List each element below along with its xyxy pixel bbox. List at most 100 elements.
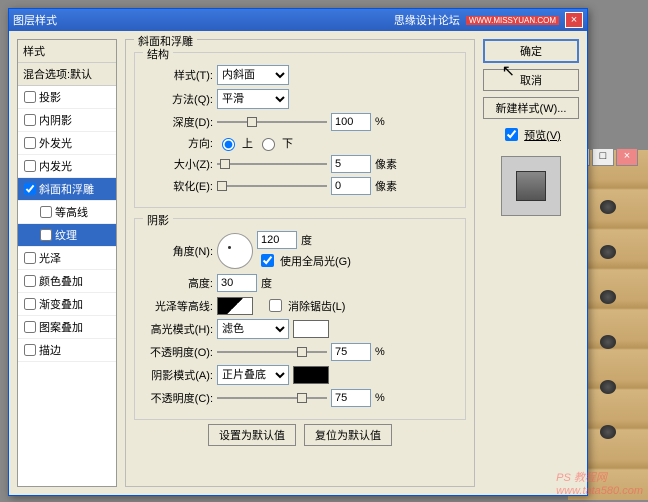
shadow-color-swatch[interactable] bbox=[293, 366, 329, 384]
shadow-opacity-input[interactable] bbox=[331, 389, 371, 407]
dialog-title: 图层样式 bbox=[13, 12, 57, 28]
style-item-光泽[interactable]: 光泽 bbox=[18, 247, 116, 270]
style-checkbox[interactable] bbox=[40, 229, 52, 241]
style-item-label: 纹理 bbox=[55, 227, 77, 243]
gloss-label: 光泽等高线: bbox=[143, 298, 213, 314]
angle-input[interactable] bbox=[257, 231, 297, 249]
depth-label: 深度(D): bbox=[143, 114, 213, 130]
depth-slider[interactable] bbox=[217, 115, 327, 129]
soften-label: 软化(E): bbox=[143, 178, 213, 194]
down-label: 下 bbox=[282, 135, 293, 151]
preview-label: 预览(V) bbox=[524, 127, 561, 143]
soften-input[interactable] bbox=[331, 177, 371, 195]
ok-button[interactable]: 确定 bbox=[483, 39, 579, 63]
center-panel: 斜面和浮雕 结构 样式(T): 内斜面 方法(Q): 平滑 深度(D): bbox=[125, 39, 475, 487]
style-item-图案叠加[interactable]: 图案叠加 bbox=[18, 316, 116, 339]
close-icon[interactable]: × bbox=[565, 12, 583, 28]
style-checkbox[interactable] bbox=[24, 137, 36, 149]
style-item-纹理[interactable]: 纹理 bbox=[18, 224, 116, 247]
size-slider[interactable] bbox=[217, 157, 327, 171]
style-item-内阴影[interactable]: 内阴影 bbox=[18, 109, 116, 132]
shadow-opacity-unit: % bbox=[375, 392, 385, 404]
style-item-外发光[interactable]: 外发光 bbox=[18, 132, 116, 155]
style-item-label: 颜色叠加 bbox=[39, 273, 83, 289]
shading-group: 阴影 角度(N): 度 使用全局光(G) 高度: bbox=[134, 218, 466, 420]
style-item-内发光[interactable]: 内发光 bbox=[18, 155, 116, 178]
shadow-mode-label: 阴影模式(A): bbox=[143, 367, 213, 383]
angle-unit: 度 bbox=[301, 232, 312, 248]
style-checkbox[interactable] bbox=[24, 252, 36, 264]
structure-group: 结构 样式(T): 内斜面 方法(Q): 平滑 深度(D): % bbox=[134, 52, 466, 208]
style-item-label: 内发光 bbox=[39, 158, 72, 174]
up-label: 上 bbox=[242, 135, 253, 151]
style-checkbox[interactable] bbox=[24, 114, 36, 126]
style-item-斜面和浮雕[interactable]: 斜面和浮雕 bbox=[18, 178, 116, 201]
style-item-描边[interactable]: 描边 bbox=[18, 339, 116, 362]
style-item-label: 斜面和浮雕 bbox=[39, 181, 94, 197]
shadow-mode-select[interactable]: 正片叠底 bbox=[217, 365, 289, 385]
method-label: 方法(Q): bbox=[143, 91, 213, 107]
shadow-opacity-label: 不透明度(C): bbox=[143, 390, 213, 406]
set-default-button[interactable]: 设置为默认值 bbox=[208, 424, 296, 446]
technique-select[interactable]: 平滑 bbox=[217, 89, 289, 109]
preview-checkbox[interactable] bbox=[505, 128, 518, 141]
style-checkbox[interactable] bbox=[40, 206, 52, 218]
style-item-label: 投影 bbox=[39, 89, 61, 105]
highlight-opacity-slider[interactable] bbox=[217, 345, 327, 359]
highlight-color-swatch[interactable] bbox=[293, 320, 329, 338]
style-item-label: 光泽 bbox=[39, 250, 61, 266]
close-button[interactable]: × bbox=[616, 148, 638, 166]
depth-unit: % bbox=[375, 116, 385, 128]
antialias-label: 消除锯齿(L) bbox=[288, 298, 345, 314]
antialias-checkbox[interactable] bbox=[269, 299, 282, 312]
direction-down-radio[interactable] bbox=[262, 138, 275, 151]
bevel-group: 斜面和浮雕 结构 样式(T): 内斜面 方法(Q): 平滑 深度(D): bbox=[125, 39, 475, 487]
highlight-mode-select[interactable]: 滤色 bbox=[217, 319, 289, 339]
altitude-label: 高度: bbox=[143, 275, 213, 291]
style-item-颜色叠加[interactable]: 颜色叠加 bbox=[18, 270, 116, 293]
style-checkbox[interactable] bbox=[24, 344, 36, 356]
styles-header[interactable]: 样式 bbox=[18, 40, 116, 63]
right-panel: 确定 取消 新建样式(W)... 预览(V) bbox=[483, 39, 579, 487]
angle-dial[interactable] bbox=[217, 233, 253, 269]
style-select[interactable]: 内斜面 bbox=[217, 65, 289, 85]
global-light-checkbox[interactable] bbox=[261, 254, 274, 267]
style-item-label: 等高线 bbox=[55, 204, 88, 220]
style-item-label: 渐变叠加 bbox=[39, 296, 83, 312]
blend-options-header[interactable]: 混合选项:默认 bbox=[18, 63, 116, 86]
layer-style-dialog: 图层样式 思缘设计论坛 WWW.MISSYUAN.COM × 样式 混合选项:默… bbox=[8, 8, 588, 496]
style-item-等高线[interactable]: 等高线 bbox=[18, 201, 116, 224]
gloss-contour-picker[interactable] bbox=[217, 297, 253, 315]
shading-legend: 阴影 bbox=[143, 212, 173, 228]
style-item-渐变叠加[interactable]: 渐变叠加 bbox=[18, 293, 116, 316]
altitude-input[interactable] bbox=[217, 274, 257, 292]
size-input[interactable] bbox=[331, 155, 371, 173]
angle-label: 角度(N): bbox=[143, 243, 213, 259]
direction-up-radio[interactable] bbox=[222, 138, 235, 151]
global-light-label: 使用全局光(G) bbox=[280, 253, 351, 269]
brand-text: 思缘设计论坛 bbox=[394, 12, 460, 28]
highlight-opacity-input[interactable] bbox=[331, 343, 371, 361]
style-checkbox[interactable] bbox=[24, 275, 36, 287]
preview-swatch bbox=[501, 156, 561, 216]
cancel-button[interactable]: 取消 bbox=[483, 69, 579, 91]
style-checkbox[interactable] bbox=[24, 298, 36, 310]
altitude-unit: 度 bbox=[261, 275, 272, 291]
style-checkbox[interactable] bbox=[24, 91, 36, 103]
style-item-label: 描边 bbox=[39, 342, 61, 358]
style-checkbox[interactable] bbox=[24, 321, 36, 333]
soften-unit: 像素 bbox=[375, 178, 397, 194]
style-item-label: 内阴影 bbox=[39, 112, 72, 128]
style-item-投影[interactable]: 投影 bbox=[18, 86, 116, 109]
titlebar[interactable]: 图层样式 思缘设计论坛 WWW.MISSYUAN.COM × bbox=[9, 9, 587, 31]
shadow-opacity-slider[interactable] bbox=[217, 391, 327, 405]
style-list: 样式 混合选项:默认 投影内阴影外发光内发光斜面和浮雕等高线纹理光泽颜色叠加渐变… bbox=[17, 39, 117, 487]
reset-default-button[interactable]: 复位为默认值 bbox=[304, 424, 392, 446]
maximize-button[interactable]: □ bbox=[592, 148, 614, 166]
style-checkbox[interactable] bbox=[24, 183, 36, 195]
new-style-button[interactable]: 新建样式(W)... bbox=[483, 97, 579, 119]
depth-input[interactable] bbox=[331, 113, 371, 131]
style-checkbox[interactable] bbox=[24, 160, 36, 172]
soften-slider[interactable] bbox=[217, 179, 327, 193]
size-unit: 像素 bbox=[375, 156, 397, 172]
